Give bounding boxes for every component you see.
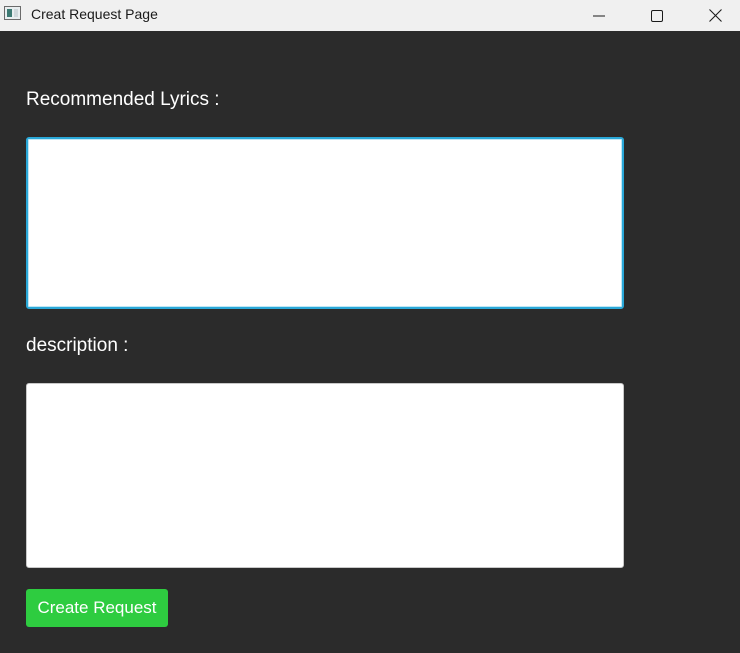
window-title: Creat Request Page xyxy=(31,6,158,22)
maximize-button[interactable] xyxy=(628,0,686,31)
app-window: Creat Request Page Recommended Lyrics : … xyxy=(0,0,740,653)
title-bar[interactable]: Creat Request Page xyxy=(0,0,740,31)
lyrics-textarea[interactable] xyxy=(26,137,624,309)
lyrics-label: Recommended Lyrics : xyxy=(26,89,220,110)
close-button[interactable] xyxy=(686,0,740,31)
minimize-button[interactable] xyxy=(570,0,628,31)
maximize-icon xyxy=(651,9,663,22)
description-textarea[interactable] xyxy=(26,383,624,568)
create-request-button[interactable]: Create Request xyxy=(26,589,168,627)
description-label: description : xyxy=(26,335,129,356)
minimize-icon xyxy=(593,15,605,16)
app-icon xyxy=(4,6,21,20)
close-icon xyxy=(708,9,722,22)
